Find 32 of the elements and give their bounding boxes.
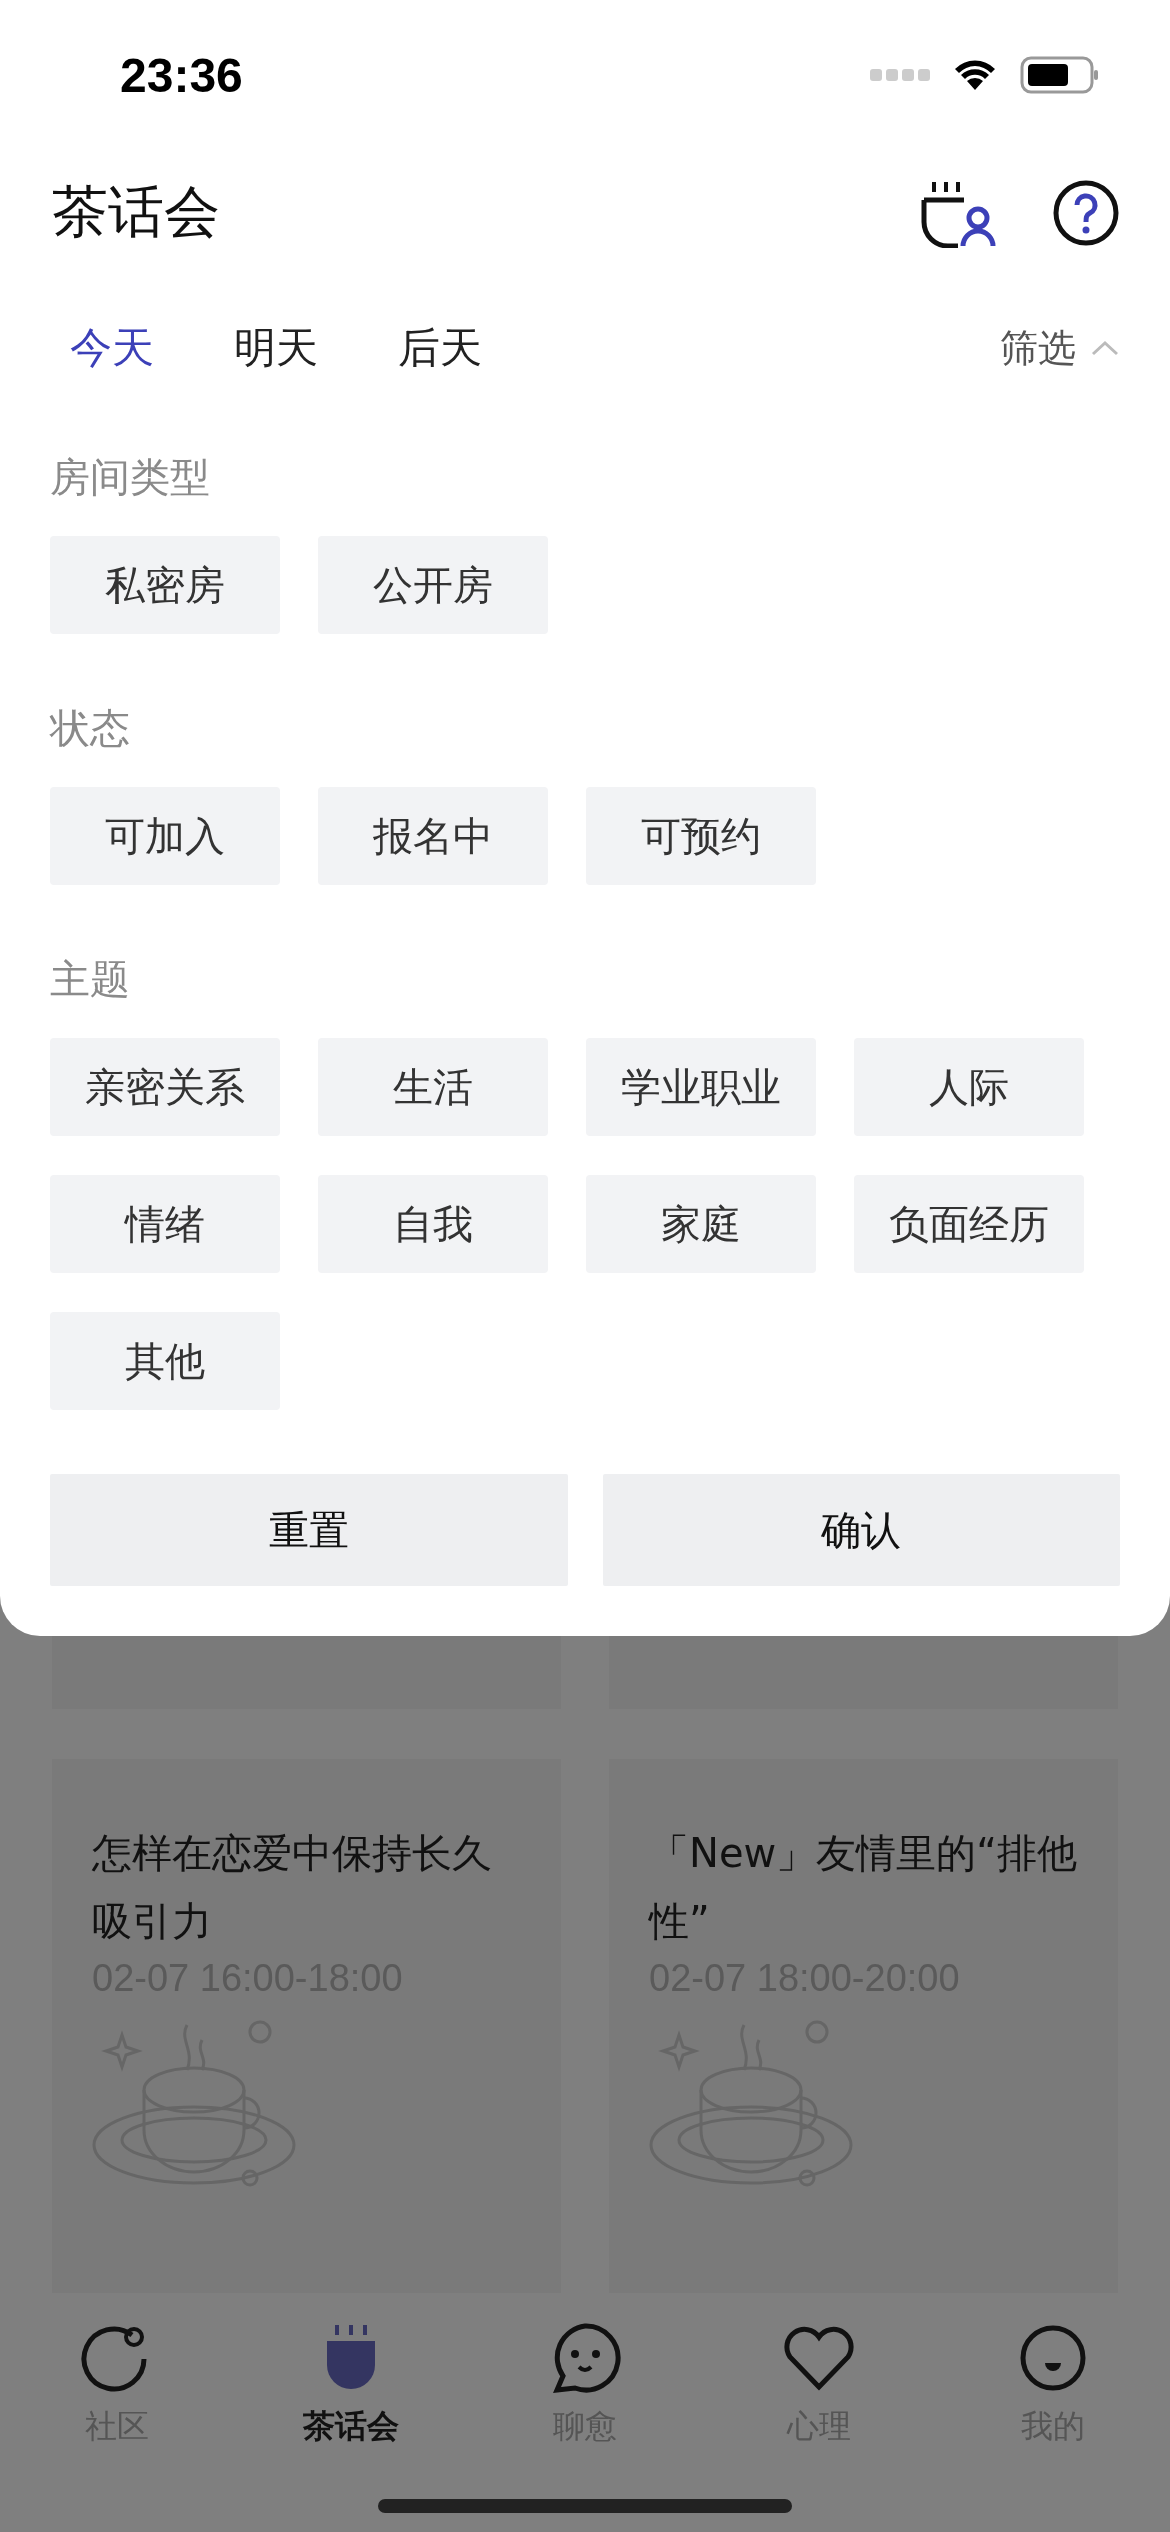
confirm-button[interactable]: 确认 [602, 1474, 1120, 1586]
help-icon[interactable] [1052, 179, 1120, 247]
status-time: 23:36 [120, 47, 243, 103]
section-label: 房间类型 [50, 453, 211, 502]
session-title: 「New」友情里的“排他性” [649, 1829, 1078, 1946]
filter-chip[interactable]: 学业职业 [586, 1038, 816, 1136]
filter-chip[interactable]: 其他 [50, 1312, 280, 1410]
filter-chip[interactable]: 可加入 [50, 787, 280, 885]
battery-icon [1020, 56, 1100, 94]
filter-chip[interactable]: 负面经历 [854, 1175, 1084, 1273]
reset-button[interactable]: 重置 [50, 1474, 568, 1586]
session-title: 怎样在恋爱中保持长久吸引力 [92, 1829, 493, 1946]
filter-chip[interactable]: 人际 [854, 1038, 1084, 1136]
day-tab[interactable]: 明天 [214, 310, 338, 386]
filter-button[interactable]: 筛选 [1000, 314, 1120, 382]
page-title: 茶话会 [52, 178, 221, 246]
filter-chip[interactable]: 亲密关系 [50, 1038, 280, 1136]
section-label: 状态 [50, 704, 131, 753]
day-tab[interactable]: 后天 [378, 310, 502, 386]
filter-chip[interactable]: 可预约 [586, 787, 816, 885]
filter-chip[interactable]: 情绪 [50, 1175, 280, 1273]
filter-chip[interactable]: 家庭 [586, 1175, 816, 1273]
signal-icon [870, 67, 930, 83]
filter-chip[interactable]: 报名中 [318, 787, 548, 885]
day-tab[interactable]: 今天 [50, 310, 174, 386]
filter-chip[interactable]: 公开房 [318, 536, 548, 634]
filter-chip[interactable]: 生活 [318, 1038, 548, 1136]
chevron-icon [1090, 339, 1120, 357]
filter-chip[interactable]: 私密房 [50, 536, 280, 634]
filter-chip[interactable]: 自我 [318, 1175, 548, 1273]
nav-tab[interactable]: 茶话会 [297, 2293, 405, 2450]
section-label: 主题 [50, 955, 131, 1004]
